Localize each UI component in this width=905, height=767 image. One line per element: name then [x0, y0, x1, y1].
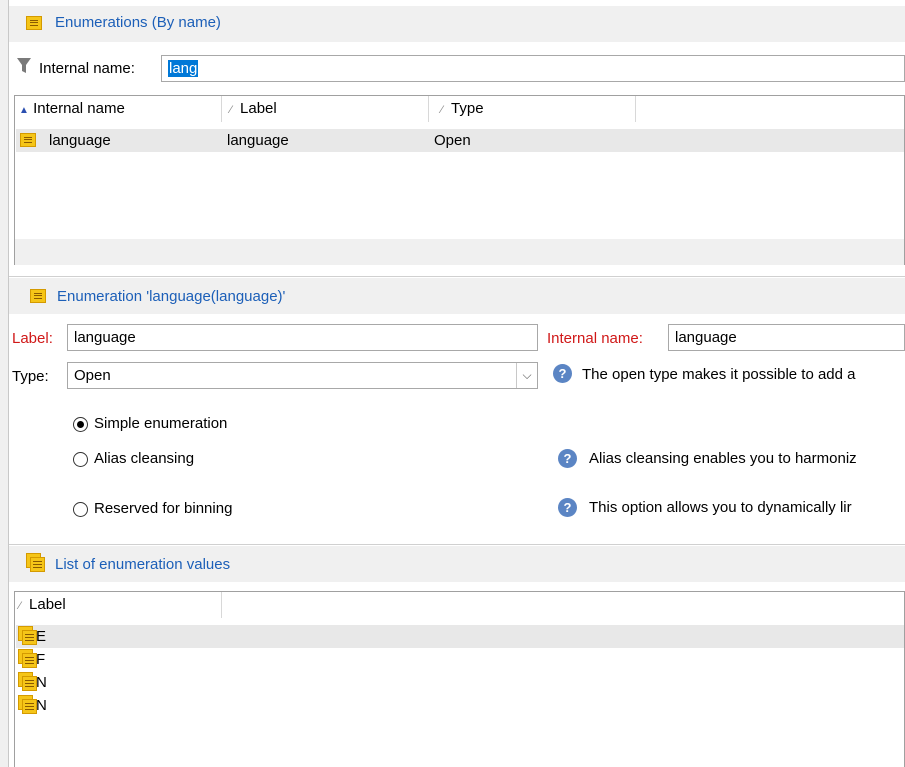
help-icon[interactable]: ? — [558, 449, 577, 468]
row-label: language — [227, 132, 289, 149]
simple-enumeration-label[interactable]: Simple enumeration — [94, 415, 227, 432]
divider — [9, 544, 905, 545]
table-row[interactable]: language language Open — [16, 129, 904, 152]
column-header-type[interactable]: ⁄ Type — [429, 96, 636, 122]
values-grid[interactable]: ⁄ Label E F N N — [14, 591, 905, 767]
divider — [9, 276, 905, 277]
list-item[interactable]: N — [16, 671, 904, 694]
enumeration-value-icon — [18, 626, 38, 646]
filter-input[interactable]: lang — [161, 55, 905, 82]
internal-name-field[interactable]: language — [668, 324, 905, 351]
values-title: List of enumeration values — [55, 556, 231, 573]
column-header-label[interactable]: ⁄ Label — [222, 96, 429, 122]
row-internal-name: language — [49, 132, 111, 149]
value-label: N — [36, 697, 47, 714]
type-select[interactable]: Open ⌵ — [67, 362, 538, 389]
value-label: F — [36, 651, 46, 668]
simple-enumeration-radio[interactable] — [73, 417, 88, 432]
label-caption: Label: — [12, 330, 53, 347]
type-caption: Type: — [12, 368, 49, 385]
column-header-internal-name[interactable]: ▲ Internal name — [15, 96, 222, 122]
help-icon[interactable]: ? — [558, 498, 577, 517]
internal-name-caption: Internal name: — [547, 330, 643, 347]
sortable-icon: ⁄ — [19, 600, 21, 612]
label-field[interactable]: language — [67, 324, 538, 351]
enumeration-value-icon — [18, 672, 38, 692]
row-type: Open — [434, 132, 471, 149]
enumeration-icon — [20, 133, 36, 147]
enumeration-detail-title: Enumeration 'language(language)' — [57, 288, 286, 305]
value-label: N — [36, 674, 47, 691]
reserved-for-binning-label[interactable]: Reserved for binning — [94, 500, 232, 517]
sortable-icon: ⁄ — [441, 104, 443, 116]
alias-cleansing-label[interactable]: Alias cleansing — [94, 450, 194, 467]
binning-help-text: This option allows you to dynamically li… — [589, 499, 852, 516]
alias-help-text: Alias cleansing enables you to harmoniz — [589, 450, 857, 467]
enumerations-title: Enumerations (By name) — [55, 14, 221, 31]
help-icon[interactable]: ? — [553, 364, 572, 383]
sortable-icon: ⁄ — [230, 104, 232, 116]
type-value: Open — [74, 367, 111, 384]
chevron-down-icon[interactable]: ⌵ — [516, 363, 537, 388]
alias-cleansing-radio[interactable] — [73, 452, 88, 467]
left-border — [0, 0, 9, 767]
type-help-text: The open type makes it possible to add a — [582, 366, 856, 383]
enumerations-grid[interactable]: ▲ Internal name ⁄ Label ⁄ Type language … — [14, 95, 905, 265]
enumeration-value-icon — [18, 695, 38, 715]
value-label: E — [36, 628, 47, 645]
grid-footer — [15, 239, 904, 265]
enumeration-value-icon — [18, 649, 38, 669]
enumeration-icon — [26, 16, 42, 30]
filter-icon[interactable] — [16, 57, 32, 74]
enumeration-icon — [30, 289, 46, 303]
column-header-label[interactable]: ⁄ Label — [15, 592, 222, 618]
filter-value: lang — [168, 60, 199, 77]
list-item[interactable]: E — [16, 625, 904, 648]
list-item[interactable]: F — [16, 648, 904, 671]
filter-label: Internal name: — [39, 60, 135, 77]
list-item[interactable]: N — [16, 694, 904, 717]
sort-ascending-icon: ▲ — [19, 105, 29, 116]
enumeration-values-icon — [26, 553, 46, 573]
reserved-for-binning-radio[interactable] — [73, 502, 88, 517]
